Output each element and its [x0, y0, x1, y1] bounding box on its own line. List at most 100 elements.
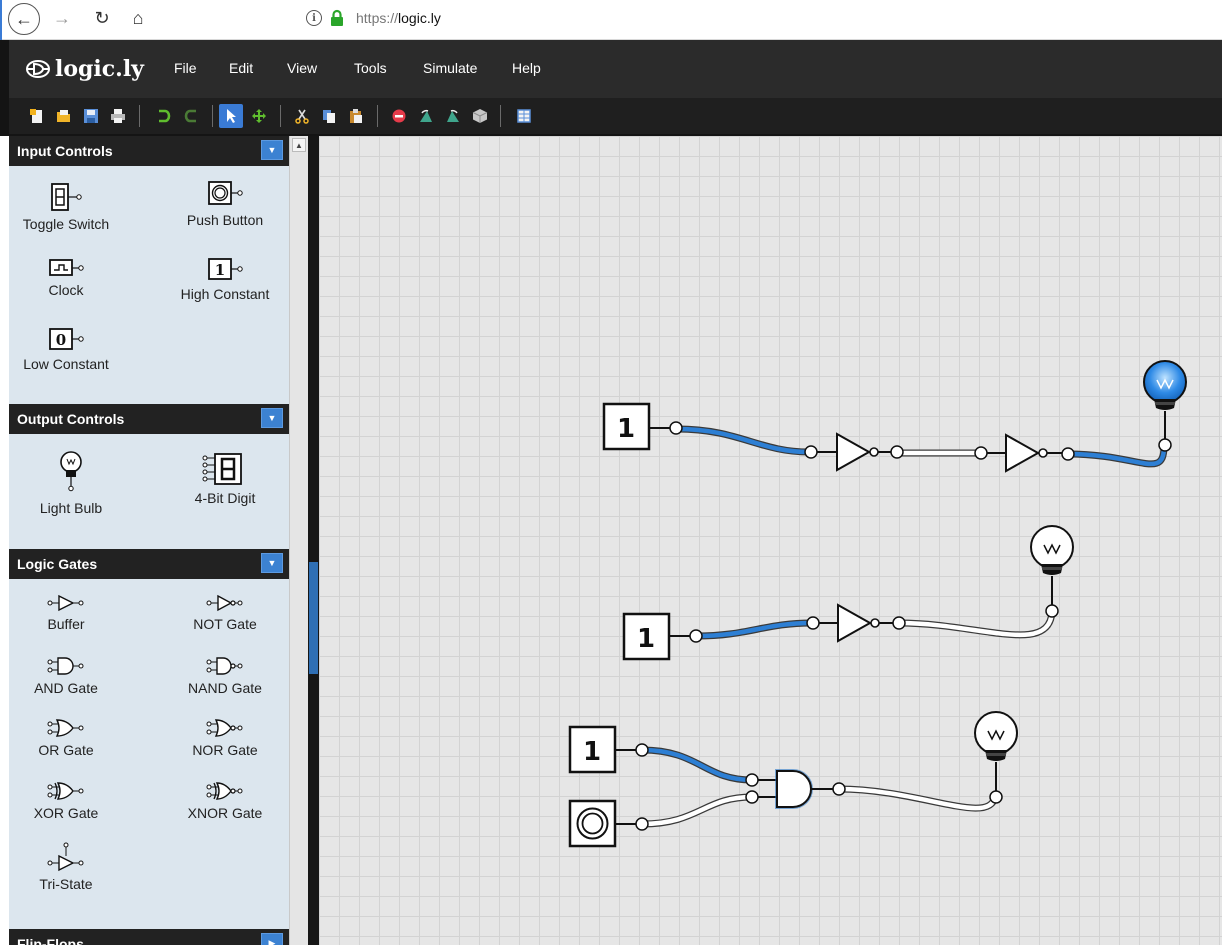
- part-high-constant[interactable]: 1 High Constant: [175, 258, 275, 302]
- part-push-button[interactable]: Push Button: [175, 180, 275, 228]
- menu-view[interactable]: View: [287, 60, 317, 76]
- truth-table-icon[interactable]: [512, 104, 536, 128]
- part-light-bulb[interactable]: Light Bulb: [21, 450, 121, 516]
- package-icon[interactable]: [468, 104, 492, 128]
- reload-icon[interactable]: ↻: [90, 6, 114, 30]
- url-prefix: https://: [356, 10, 399, 26]
- part-label: XNOR Gate: [187, 805, 263, 821]
- redo-icon[interactable]: [179, 104, 203, 128]
- toggle-switch-icon: [51, 183, 82, 211]
- part-low-constant[interactable]: 0 Low Constant: [16, 328, 116, 372]
- browser-bar: ← → ↻ ⌂ i https://logic.ly: [0, 0, 1222, 40]
- section-logic-gates[interactable]: Logic Gates ▼: [9, 549, 289, 579]
- paste-icon[interactable]: [344, 104, 368, 128]
- high-constant[interactable]: 1: [602, 402, 683, 451]
- part-nand-gate[interactable]: NAND Gate: [175, 656, 275, 696]
- part-not-gate[interactable]: NOT Gate: [175, 594, 275, 632]
- rotate-left-icon[interactable]: [414, 104, 438, 128]
- chevron-down-icon[interactable]: ▼: [261, 408, 283, 428]
- not-gate[interactable]: [974, 433, 1075, 473]
- part-and-gate[interactable]: AND Gate: [16, 656, 116, 696]
- menu-tools[interactable]: Tools: [354, 60, 387, 76]
- part-buffer[interactable]: Buffer: [16, 594, 116, 632]
- part-label: Tri-State: [39, 876, 93, 892]
- splitter-handle[interactable]: [309, 562, 318, 674]
- address-bar[interactable]: https://logic.ly: [356, 10, 441, 26]
- back-arrow-icon[interactable]: ←: [8, 3, 40, 35]
- menu-edit[interactable]: Edit: [229, 60, 253, 76]
- light-bulb-off[interactable]: [974, 711, 1018, 804]
- push-button-icon: [208, 181, 243, 205]
- part-label: 4-Bit Digit: [194, 490, 256, 506]
- part-toggle-switch[interactable]: Toggle Switch: [16, 182, 116, 232]
- wire-active[interactable]: [693, 620, 815, 639]
- light-bulb-off[interactable]: [1030, 525, 1074, 618]
- part-xor-gate[interactable]: XOR Gate: [16, 781, 116, 821]
- not-gate[interactable]: [806, 603, 906, 643]
- lock-icon: [331, 9, 343, 26]
- section-input-controls[interactable]: Input Controls ▼: [9, 136, 289, 166]
- high-constant[interactable]: 1: [568, 725, 649, 774]
- part-label: NOT Gate: [193, 616, 257, 632]
- window-edge: [0, 0, 2, 40]
- menu-help[interactable]: Help: [512, 60, 541, 76]
- scroll-up-arrow-icon[interactable]: ▲: [292, 138, 306, 152]
- high-constant[interactable]: 1: [622, 612, 703, 661]
- menu-simulate[interactable]: Simulate: [423, 60, 477, 76]
- undo-icon[interactable]: [152, 104, 176, 128]
- pan-move-icon[interactable]: [247, 104, 271, 128]
- select-pointer-icon[interactable]: [219, 104, 243, 128]
- part-tri-state[interactable]: Tri-State: [16, 842, 116, 892]
- chevron-down-icon[interactable]: ▼: [261, 553, 283, 573]
- and-gate-icon: [47, 657, 84, 675]
- not-gate-icon: [206, 594, 243, 612]
- forward-arrow-icon[interactable]: →: [50, 6, 74, 30]
- or-gate-icon: [47, 719, 84, 737]
- and-gate[interactable]: [745, 769, 846, 809]
- chevron-right-icon[interactable]: ▶: [261, 933, 283, 945]
- circuit-2: 1: [622, 525, 1074, 661]
- info-icon[interactable]: i: [306, 10, 322, 26]
- save-icon[interactable]: [79, 104, 103, 128]
- svg-text:0: 0: [56, 331, 66, 349]
- constant-value: 1: [583, 737, 601, 767]
- light-bulb-on[interactable]: [1143, 360, 1187, 452]
- part-label: Push Button: [186, 212, 264, 228]
- menu-file[interactable]: File: [174, 60, 197, 76]
- new-file-icon[interactable]: [25, 104, 49, 128]
- toolbar-separator: [139, 105, 140, 127]
- part-xnor-gate[interactable]: XNOR Gate: [175, 781, 275, 821]
- constant-value: 1: [637, 624, 655, 654]
- part-label: OR Gate: [38, 742, 94, 758]
- copy-icon[interactable]: [317, 104, 341, 128]
- panel-splitter[interactable]: [308, 136, 319, 945]
- part-or-gate[interactable]: OR Gate: [16, 718, 116, 758]
- part-4-bit-digit[interactable]: 4-Bit Digit: [175, 452, 275, 506]
- delete-icon[interactable]: [387, 104, 411, 128]
- logo-text: logic.ly: [55, 56, 144, 82]
- part-clock[interactable]: Clock: [16, 258, 116, 298]
- chevron-down-icon[interactable]: ▼: [261, 140, 283, 160]
- sidebar-scrollbar[interactable]: ▲: [289, 136, 308, 945]
- section-output-controls[interactable]: Output Controls ▼: [9, 404, 289, 434]
- toolbar-separator: [500, 105, 501, 127]
- open-folder-icon[interactable]: [52, 104, 76, 128]
- circuit-diagram: 1 1 1: [568, 360, 1187, 848]
- circuit-canvas[interactable]: 1 1 1: [319, 136, 1222, 945]
- url-domain: logic.ly: [398, 10, 441, 26]
- section-title: Logic Gates: [17, 556, 98, 572]
- rotate-right-icon[interactable]: [441, 104, 465, 128]
- section-title: Input Controls: [17, 143, 113, 159]
- push-button[interactable]: [568, 799, 649, 848]
- parts-sidebar: Input Controls ▼ Toggle Switch Push Butt…: [9, 136, 289, 945]
- menu-bar: logic.ly File Edit View Tools Simulate H…: [9, 40, 1222, 98]
- part-label: NAND Gate: [188, 680, 262, 696]
- print-icon[interactable]: [106, 104, 130, 128]
- low-constant-icon: 0: [49, 328, 84, 350]
- cut-icon[interactable]: [290, 104, 314, 128]
- section-flip-flops[interactable]: Flip-Flops ▶: [9, 929, 289, 945]
- part-nor-gate[interactable]: NOR Gate: [175, 718, 275, 758]
- home-icon[interactable]: ⌂: [126, 6, 150, 30]
- part-label: Low Constant: [23, 356, 109, 372]
- not-gate[interactable]: [804, 432, 904, 472]
